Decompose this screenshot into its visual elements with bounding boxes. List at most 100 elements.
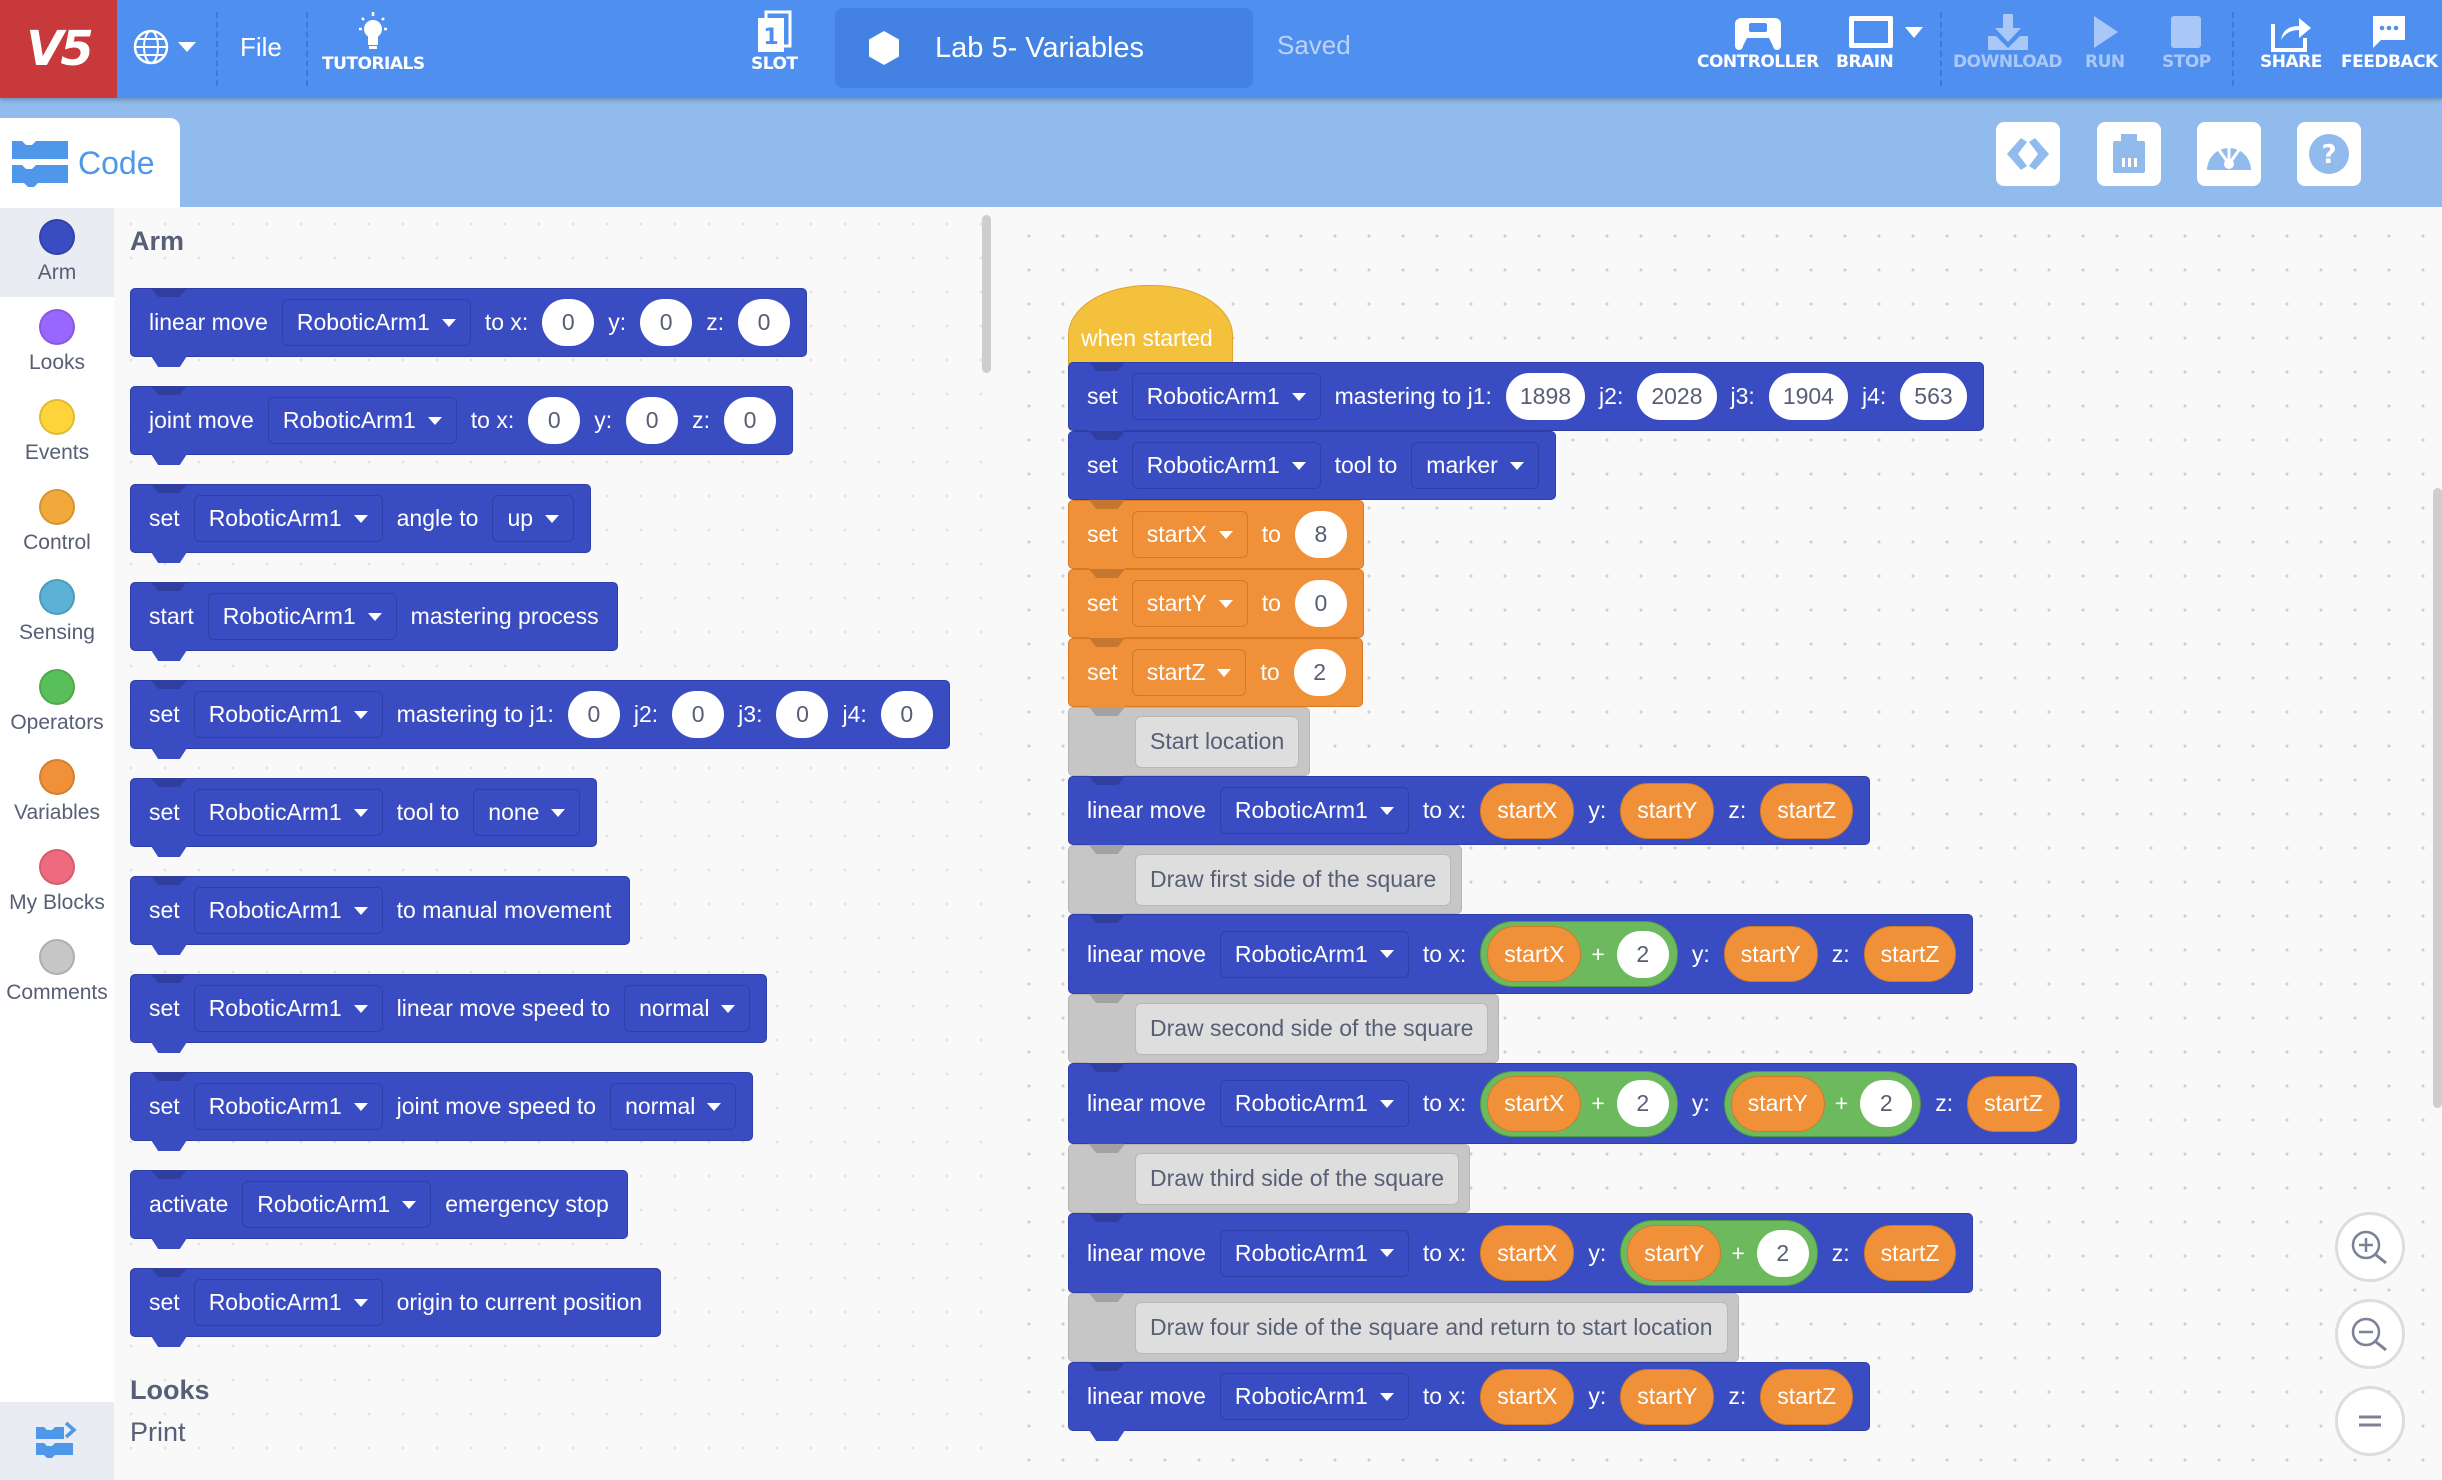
add-operator[interactable]: startX + 2 [1480,921,1678,987]
category-variables[interactable]: Variables [0,747,114,837]
value-input[interactable]: 0 [738,299,791,346]
set-tool-block[interactable]: set RoboticArm1 tool to marker [1068,431,1556,510]
variable-reporter[interactable]: startZ [1760,782,1854,839]
robotic-arm-dropdown[interactable]: RoboticArm1 [267,397,457,444]
variable-dropdown[interactable]: startZ [1131,649,1247,696]
value-input[interactable]: 0 [542,299,595,346]
variable-reporter[interactable]: startX [1480,1225,1575,1281]
file-menu[interactable]: File [240,32,282,63]
category-operators[interactable]: Operators [0,657,114,747]
linear-move-block[interactable]: linear move RoboticArm1 to x: startX y: … [1068,776,1871,855]
value-input[interactable]: 0 [626,397,679,444]
robotic-arm-dropdown[interactable]: RoboticArm1 [207,593,397,640]
robotic-arm-dropdown[interactable]: RoboticArm1 [1219,1080,1409,1127]
comment-text[interactable]: Draw third side of the square [1135,1152,1460,1205]
value-input[interactable]: 2 [1616,1080,1669,1127]
set-variable-block[interactable]: set startY to 0 [1068,569,1364,648]
robotic-arm-dropdown[interactable]: RoboticArm1 [1131,373,1321,420]
variable-reporter[interactable]: startX [1480,1368,1575,1425]
robotic-arm-dropdown[interactable]: RoboticArm1 [242,1181,432,1228]
linear-move-block[interactable]: linear move RoboticArm1 to x: startX + 2… [1068,1063,2077,1154]
robotic-arm-dropdown[interactable]: RoboticArm1 [281,299,471,346]
comment-text[interactable]: Draw four side of the square and return … [1135,1301,1728,1354]
set-variable-block[interactable]: set startX to 8 [1068,500,1364,579]
variable-reporter[interactable]: startY [1723,926,1818,982]
option-dropdown[interactable]: normal [610,1083,737,1130]
variable-reporter[interactable]: startY [1620,782,1715,839]
category-my-blocks[interactable]: My Blocks [0,837,114,927]
value-input[interactable]: 2 [1293,649,1346,696]
zoom-out-button[interactable] [2335,1299,2405,1369]
option-dropdown[interactable]: normal [624,985,751,1032]
comment-text[interactable]: Draw second side of the square [1135,1002,1489,1055]
add-operator[interactable]: startX + 2 [1480,1070,1678,1137]
robotic-arm-dropdown[interactable]: RoboticArm1 [1219,787,1409,834]
linear-move-block[interactable]: linear move RoboticArm1 to x: startX y: … [1068,1362,1871,1441]
comment-text[interactable]: Start location [1135,715,1300,768]
comment-block[interactable]: Draw third side of the square [1068,1144,1471,1223]
brain-button[interactable]: BRAIN [1836,12,1933,72]
value-input[interactable]: 0 [880,691,933,738]
value-input[interactable]: 0 [567,691,620,738]
j4-input[interactable]: 563 [1900,373,1967,420]
share-button[interactable]: SHARE [2260,12,2322,72]
controller-button[interactable]: CONTROLLER [1697,12,1819,72]
comment-block[interactable]: Draw first side of the square [1068,845,1463,924]
add-extension-button[interactable] [0,1402,114,1480]
j1-input[interactable]: 1898 [1505,373,1586,420]
variable-reporter[interactable]: startX [1487,1075,1582,1132]
robotic-arm-dropdown[interactable]: RoboticArm1 [193,691,383,738]
palette-block[interactable]: linear move RoboticArm1 to x: 0 y: 0 z: 0 [130,288,808,367]
value-input[interactable]: 0 [1294,580,1347,627]
code-viewer-button[interactable] [1996,122,2060,186]
tool-dropdown[interactable]: marker [1411,442,1539,489]
workspace-scrollbar[interactable] [2433,488,2442,1108]
robotic-arm-dropdown[interactable]: RoboticArm1 [193,1279,383,1326]
comment-block[interactable]: Start location [1068,707,1311,786]
value-input[interactable]: 2 [1756,1229,1809,1277]
tab-code[interactable]: Code [0,118,180,208]
vexcode-logo[interactable]: V5 [0,0,117,98]
category-comments[interactable]: Comments [0,927,114,1017]
category-arm[interactable]: Arm [0,207,114,297]
value-input[interactable]: 0 [724,397,777,444]
variable-reporter[interactable]: startZ [1760,1368,1854,1425]
reset-zoom-button[interactable] [2335,1386,2405,1456]
robotic-arm-dropdown[interactable]: RoboticArm1 [193,887,383,934]
variable-reporter[interactable]: startZ [1863,926,1957,982]
palette-block[interactable]: set RoboticArm1 mastering to j1: 0 j2: 0 j3: 0 j… [130,680,950,759]
variable-dropdown[interactable]: startX [1131,511,1248,558]
j2-input[interactable]: 2028 [1637,373,1717,420]
set-variable-block[interactable]: set startZ to 2 [1068,638,1363,717]
value-input[interactable]: 0 [672,691,725,738]
palette-scrollbar[interactable] [982,215,991,373]
category-events[interactable]: Events [0,387,114,477]
palette-block[interactable]: set RoboticArm1 to manual movement [130,876,631,955]
robotic-arm-dropdown[interactable]: RoboticArm1 [1219,1373,1409,1420]
devices-button[interactable] [2097,122,2161,186]
category-sensing[interactable]: Sensing [0,567,114,657]
palette-block[interactable]: joint move RoboticArm1 to x: 0 y: 0 z: 0 [130,386,794,465]
variable-reporter[interactable]: startX [1480,782,1575,839]
variable-reporter[interactable]: startY [1620,1368,1715,1425]
comment-block[interactable]: Draw second side of the square [1068,994,1500,1073]
linear-move-block[interactable]: linear move RoboticArm1 to x: startX y: … [1068,1213,1974,1303]
add-operator[interactable]: startY + 2 [1723,1070,1922,1137]
download-button[interactable]: DOWNLOAD [1953,12,2063,72]
robotic-arm-dropdown[interactable]: RoboticArm1 [1219,930,1409,978]
comment-text[interactable]: Draw first side of the square [1135,853,1452,906]
language-button[interactable] [132,28,196,66]
comment-block[interactable]: Draw four side of the square and return … [1068,1293,1739,1372]
variable-reporter[interactable]: startZ [1967,1075,2060,1132]
option-dropdown[interactable]: up [492,495,575,542]
project-name-field[interactable]: Lab 5- Variables [835,8,1253,88]
help-button[interactable]: ? [2297,122,2361,186]
palette-block[interactable]: start RoboticArm1 mastering process [130,582,618,661]
set-mastering-block[interactable]: set RoboticArm1 mastering to j1: 1898 j2… [1068,362,1984,441]
category-looks[interactable]: Looks [0,297,114,387]
feedback-button[interactable]: FEEDBACK [2341,12,2438,72]
variable-reporter[interactable]: startX [1487,926,1582,982]
value-input[interactable]: 0 [640,299,693,346]
robotic-arm-dropdown[interactable]: RoboticArm1 [1219,1229,1409,1277]
value-input[interactable]: 0 [528,397,581,444]
